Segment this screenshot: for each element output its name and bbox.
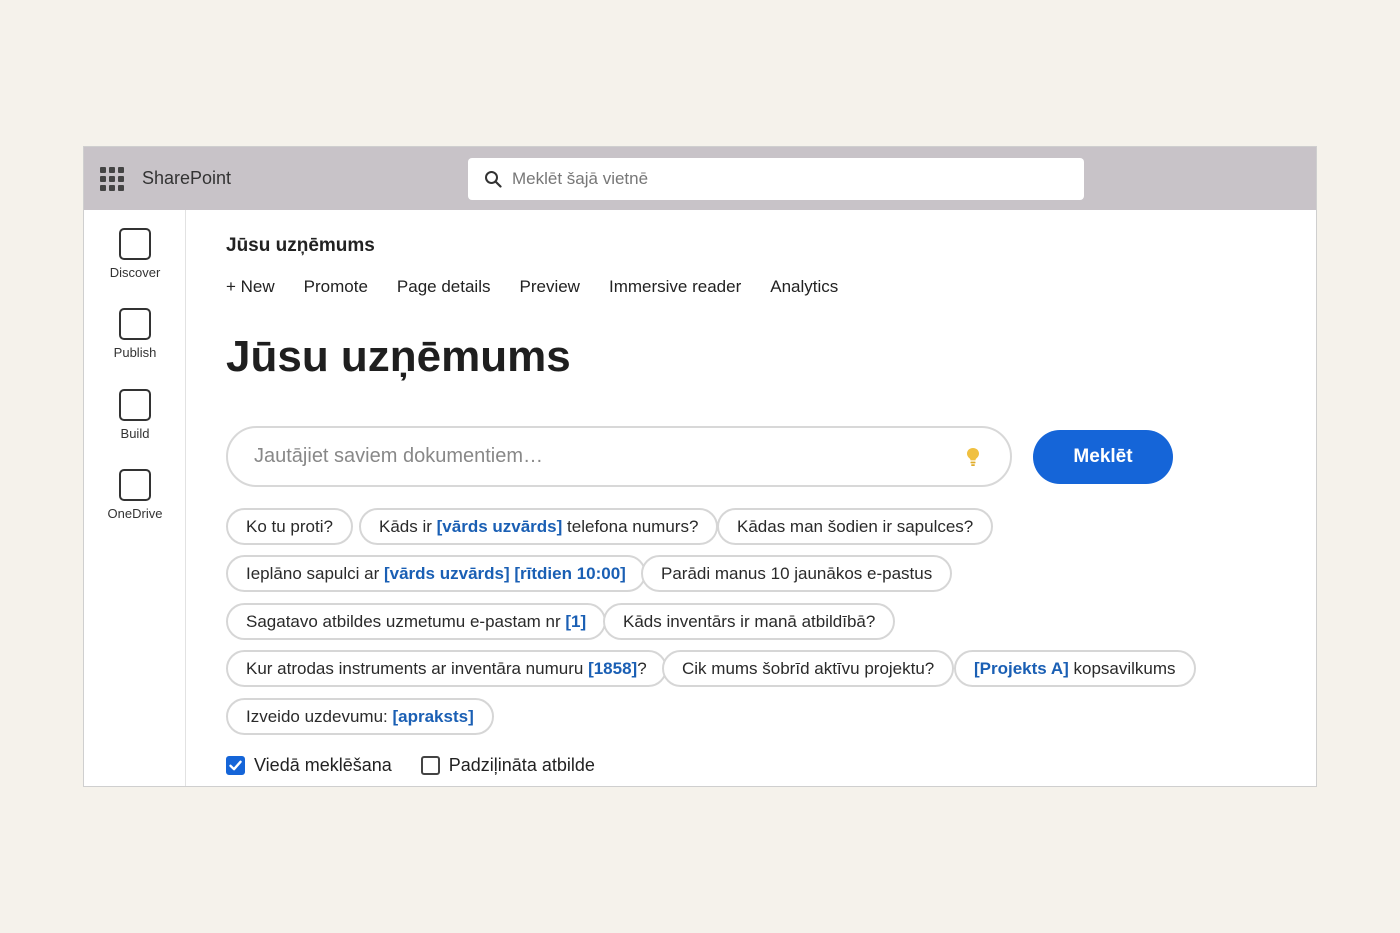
smart-search-option[interactable]: Viedā meklēšana (226, 755, 392, 776)
chip-text: Kāds inventārs ir manā atbildībā? (623, 612, 876, 631)
search-options: Viedā meklēšana Padziļināta atbilde (226, 755, 595, 776)
site-search-input[interactable] (512, 158, 1072, 200)
sidebar-item-label: Publish (113, 345, 157, 360)
deep-answer-label: Padziļināta atbilde (448, 755, 595, 775)
sharepoint-window: SharePoint Discover Publish Build OneDri… (83, 146, 1317, 787)
promote-button[interactable]: Promote (304, 277, 368, 297)
chip-text: Parādi manus 10 jaunākos e-pastus (661, 564, 933, 583)
suggestion-chip[interactable]: Sagatavo atbildes uzmetumu e-pastam nr [… (226, 603, 607, 640)
lightbulb-icon[interactable] (966, 447, 980, 467)
chip-text: Kur atrodas instruments ar inventāra num… (246, 659, 589, 678)
page-content: Jūsu uzņēmums + New Promote Page details… (226, 210, 1306, 786)
command-bar: + New Promote Page details Preview Immer… (226, 277, 838, 297)
chip-text: kopsavilkums (1068, 659, 1176, 678)
chip-text: Sagatavo atbildes uzmetumu e-pastam nr (246, 612, 566, 631)
page-title: Jūsu uzņēmums (226, 332, 571, 381)
placeholder-token: [1] (565, 612, 587, 631)
chip-text: ? (637, 659, 647, 678)
sidebar-item-discover[interactable]: Discover (84, 228, 186, 280)
sidebar-item-build[interactable]: Build (84, 389, 186, 441)
analytics-button[interactable]: Analytics (770, 277, 838, 297)
placeholder-token: [1858] (588, 659, 638, 678)
app-title[interactable]: SharePoint (142, 168, 231, 189)
chip-text: Izveido uzdevumu: (246, 707, 393, 726)
suggestion-chip[interactable]: Ko tu proti? (226, 508, 353, 545)
page-details-button[interactable]: Page details (397, 277, 491, 297)
search-icon (485, 171, 502, 188)
deep-answer-checkbox[interactable] (420, 756, 440, 775)
sidebar-item-onedrive[interactable]: OneDrive (84, 469, 186, 521)
chip-text: telefona numurs? (562, 517, 699, 536)
chip-text: Kādas man šodien ir sapulces? (737, 517, 974, 536)
suggestion-chip[interactable]: Parādi manus 10 jaunākos e-pastus (641, 555, 953, 592)
top-bar: SharePoint (84, 147, 1316, 210)
placeholder-token: [vārds uzvārds] [rītdien 10:00] (383, 564, 626, 583)
preview-button[interactable]: Preview (520, 277, 580, 297)
chip-text: Ieplāno sapulci ar (246, 564, 384, 583)
site-name[interactable]: Jūsu uzņēmums (226, 235, 375, 257)
chip-text: Kāds ir (379, 517, 437, 536)
new-button[interactable]: + New (226, 277, 275, 297)
placeholder-token: [vārds uzvārds] (436, 517, 563, 536)
publish-icon (119, 308, 151, 340)
chip-text: Cik mums šobrīd aktīvu projektu? (682, 659, 935, 678)
placeholder-token: [apraksts] (392, 707, 474, 726)
immersive-reader-button[interactable]: Immersive reader (609, 277, 741, 297)
suggestion-chip[interactable]: Kur atrodas instruments ar inventāra num… (226, 650, 667, 687)
suggestion-chip[interactable]: Kāds inventārs ir manā atbildībā? (603, 603, 896, 640)
sidebar: Discover Publish Build OneDrive (84, 210, 186, 786)
discover-icon (119, 228, 151, 260)
suggestion-chip[interactable]: Ieplāno sapulci ar [vārds uzvārds] [rītd… (226, 555, 646, 592)
onedrive-icon (119, 469, 151, 501)
sidebar-item-label: OneDrive (107, 506, 163, 521)
suggestion-chip[interactable]: Izveido uzdevumu: [apraksts] (226, 698, 494, 735)
suggestion-chip[interactable]: Kādas man šodien ir sapulces? (717, 508, 994, 545)
deep-answer-option[interactable]: Padziļināta atbilde (420, 755, 595, 776)
sidebar-item-label: Build (120, 426, 150, 441)
suggestion-chip[interactable]: [Projekts A] kopsavilkums (954, 650, 1196, 687)
build-icon (119, 389, 151, 421)
placeholder-token: [Projekts A] (974, 659, 1069, 678)
sidebar-item-publish[interactable]: Publish (84, 308, 186, 360)
ask-input[interactable] (254, 428, 944, 485)
chip-text: Ko tu proti? (246, 517, 333, 536)
smart-search-label: Viedā meklēšana (254, 755, 392, 775)
sidebar-item-label: Discover (109, 265, 161, 280)
suggestion-chip[interactable]: Kāds ir [vārds uzvārds] telefona numurs? (359, 508, 719, 545)
ask-box[interactable] (226, 426, 1012, 487)
search-button[interactable]: Meklēt (1033, 430, 1173, 484)
checkmark-icon (229, 760, 242, 771)
smart-search-checkbox[interactable] (226, 756, 245, 775)
suggestion-chip[interactable]: Cik mums šobrīd aktīvu projektu? (662, 650, 955, 687)
site-search-box[interactable] (468, 158, 1084, 200)
app-launcher-icon[interactable] (100, 167, 124, 191)
